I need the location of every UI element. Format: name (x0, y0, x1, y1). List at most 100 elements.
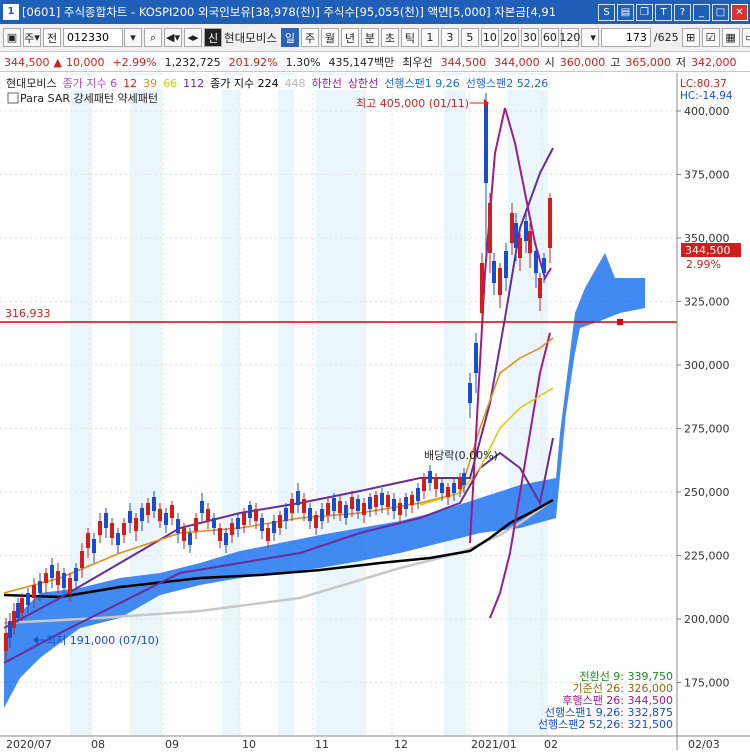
lock-icon[interactable]: ▤ (617, 3, 634, 21)
candle-body-8 (44, 573, 48, 583)
candle-body-38 (224, 533, 228, 545)
candle-body-70 (416, 488, 420, 501)
dropdown-icon[interactable]: ▾ (124, 28, 142, 47)
zoom-icon[interactable]: ⊞ (681, 28, 700, 47)
period-tick-button[interactable]: 틱 (400, 28, 419, 47)
candle-body-9 (50, 565, 54, 578)
panel-toggle-icon[interactable]: ▣ (3, 28, 21, 47)
price-tick-label-8: 375,000 (684, 169, 730, 182)
price-chart[interactable]: 316,933 175,000 200,000 225,000 250,000 275,… (0, 73, 750, 751)
chart-area[interactable]: 316,933 175,000 200,000 225,000 250,000 275,… (0, 73, 750, 751)
stock-code-input[interactable] (63, 28, 123, 47)
chevron-down-icon: ▾ (34, 31, 40, 44)
candle-body-22 (128, 511, 132, 523)
pin-icon[interactable]: T (655, 3, 672, 21)
candle-body-46 (272, 521, 276, 533)
price-change: 10,000 (65, 55, 105, 69)
high-price: 365,000 (625, 55, 671, 69)
period-month-button[interactable]: 월 (320, 28, 339, 47)
time-tick-label-0: 2020/07 (6, 738, 52, 750)
candle-body-62 (368, 497, 372, 509)
candle-body-23 (134, 518, 138, 531)
interval-20-button[interactable]: 20 (500, 28, 519, 47)
period-second-button[interactable]: 초 (380, 28, 399, 47)
candle-body-39 (230, 523, 234, 535)
candle-body-93 (538, 278, 542, 298)
custom-interval-select[interactable]: ▾ (580, 28, 599, 47)
nav-arrows-icon[interactable]: ◂▸ (184, 28, 202, 47)
min-annotation-text: 최저 191,000 (07/10) (46, 634, 159, 647)
interval-3-button[interactable]: 3 (440, 28, 459, 47)
candle-body-13 (74, 568, 78, 581)
support-line-marker (617, 318, 623, 325)
interval-1-button[interactable]: 1 (420, 28, 439, 47)
minimize-icon[interactable]: _ (693, 3, 710, 21)
interval-10-button[interactable]: 10 (480, 28, 499, 47)
candle-body-29 (170, 505, 174, 518)
help-button[interactable]: ? (674, 3, 691, 21)
mode-select[interactable]: 주 ▾ (23, 28, 41, 47)
candle-body-36 (212, 518, 216, 528)
candle-body-50 (296, 491, 300, 505)
settings-icon[interactable]: ▭ (741, 28, 750, 47)
price-badge-pct: 2.99% (686, 258, 721, 271)
page-input[interactable] (600, 28, 651, 47)
candle-body-53 (314, 515, 318, 528)
candle-body-94 (542, 258, 546, 273)
candle-body-27 (158, 509, 162, 521)
price-tick-label-1: 200,000 (684, 613, 730, 626)
restore-icon[interactable]: ❐ (636, 3, 653, 21)
candle-body-84 (492, 261, 496, 283)
maximize-icon[interactable]: □ (712, 3, 729, 21)
checkbox-icon[interactable]: ☑ (701, 28, 720, 47)
candle-body-91 (528, 231, 532, 253)
candle-body-87 (510, 213, 514, 243)
interval-60-button[interactable]: 60 (540, 28, 559, 47)
legend-item-9: 상한선 (348, 77, 378, 90)
period-day-button[interactable]: 일 (280, 28, 299, 47)
best-quote-label: 최우선 (402, 56, 433, 69)
candle-body-88 (514, 223, 518, 248)
open-price: 360,000 (559, 55, 606, 69)
speaker-icon[interactable]: ◀▾ (164, 28, 182, 47)
candle-body-67 (398, 503, 402, 515)
interval-120-button[interactable]: 120 (559, 28, 580, 47)
candle-body-90 (524, 221, 528, 241)
open-label: 시 (544, 56, 555, 69)
price-tick-label-5: 300,000 (684, 359, 730, 372)
candle-body-95 (548, 198, 552, 248)
candle-body-54 (320, 509, 324, 521)
interval-30-button[interactable]: 30 (520, 28, 539, 47)
candle-body-0 (4, 633, 8, 651)
time-tick-label-7: 02 (544, 738, 558, 750)
support-line-label: 316,933 (5, 307, 51, 320)
turnover-pct: 1.30% (285, 55, 321, 69)
highlight-band-3 (278, 73, 294, 736)
dividend-annotation: 배당락(0.00%) (424, 449, 498, 462)
search-icon[interactable]: ⌕ (144, 28, 162, 47)
candle-body-80 (474, 343, 478, 373)
candle-body-6 (32, 585, 36, 598)
interval-5-button[interactable]: 5 (460, 28, 479, 47)
volume-ratio: 201.92% (228, 55, 278, 69)
candle-body-63 (374, 495, 378, 507)
period-week-button[interactable]: 주 (300, 28, 319, 47)
legend-item-1: 종가 지수 6 (63, 77, 117, 90)
max-annotation-text: 최고 405,000 (01/11) (356, 97, 469, 110)
candle-body-44 (260, 518, 264, 531)
link-button[interactable]: S (598, 3, 615, 21)
period-minute-button[interactable]: 분 (360, 28, 379, 47)
layout-icon[interactable]: ▦ (721, 28, 740, 47)
close-icon[interactable]: ✕ (731, 3, 748, 21)
period-select[interactable]: 전 (43, 28, 61, 47)
candle-body-65 (386, 495, 390, 507)
candle-body-68 (404, 497, 408, 509)
candle-body-92 (534, 251, 538, 273)
candle-body-30 (176, 519, 180, 533)
name-badge: 신 (204, 28, 222, 47)
trade-amount: 435,147백만 (328, 56, 395, 69)
period-year-button[interactable]: 년 (340, 28, 359, 47)
time-tick-label-1: 08 (91, 738, 105, 750)
candle-body-57 (338, 501, 342, 513)
stock-name: 현대모비스 (224, 30, 277, 45)
